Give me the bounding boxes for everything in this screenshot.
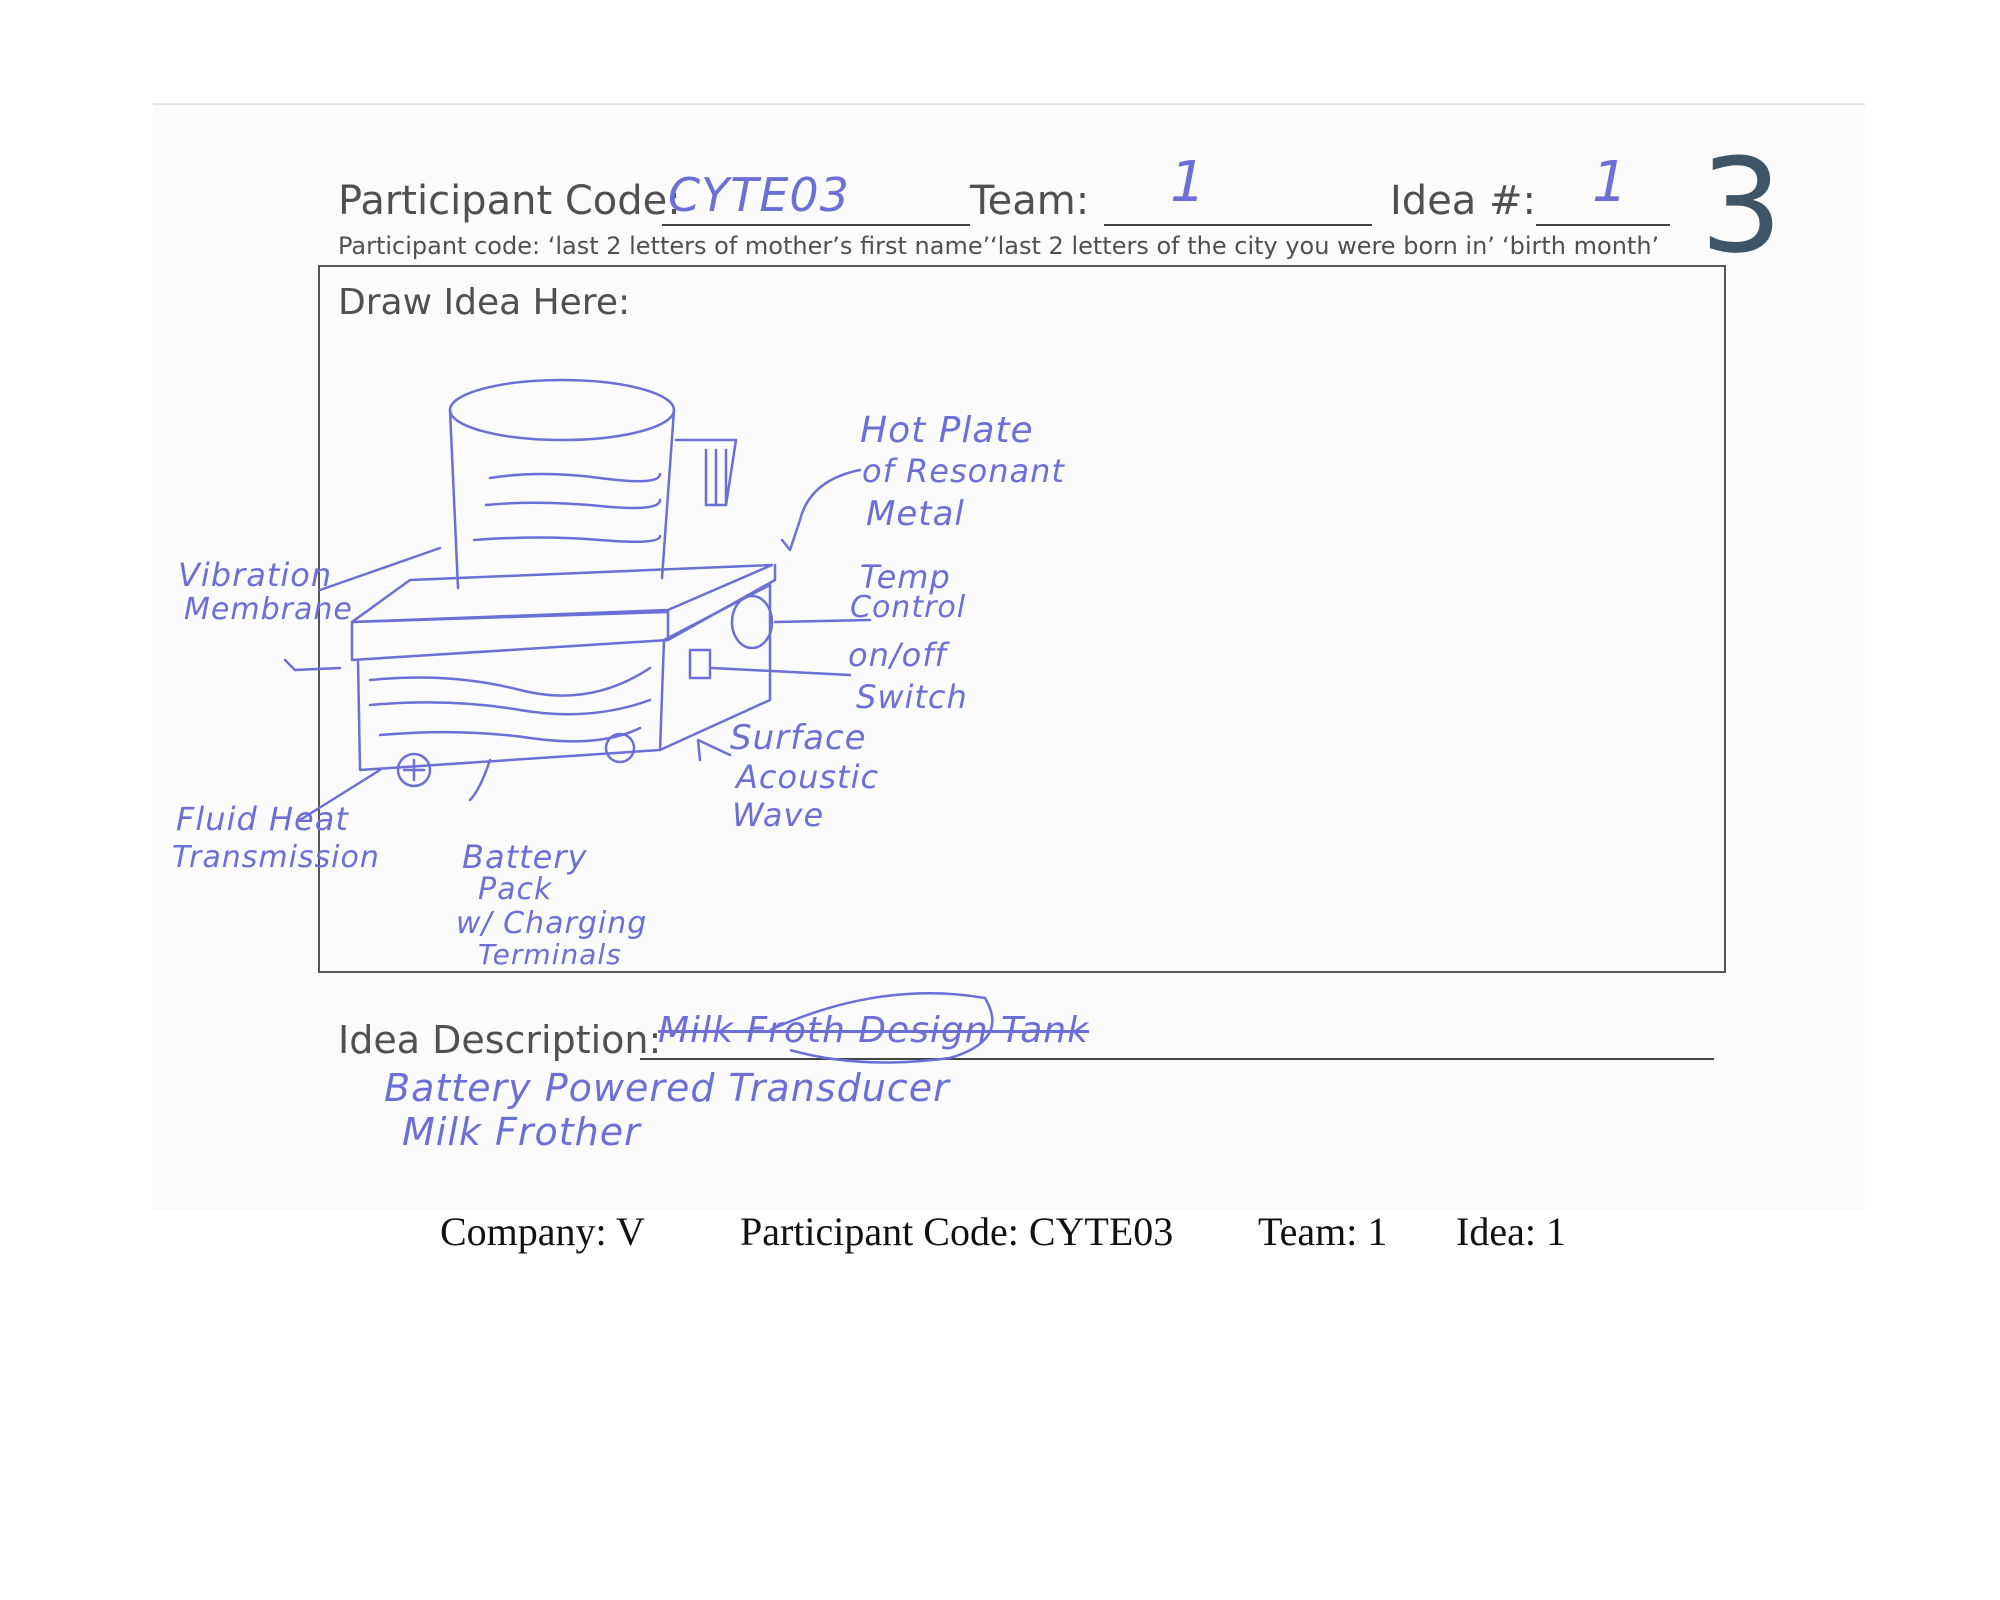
footer-company: Company: V [440, 1209, 645, 1254]
idea-description-line-1: Battery Powered Transducer [384, 1066, 950, 1110]
idea-description-line-2: Milk Frother [402, 1110, 641, 1154]
footer-team: Team: 1 [1258, 1209, 1388, 1254]
footer-participant-code: Participant Code: CYTE03 [740, 1209, 1174, 1254]
footer-idea: Idea: 1 [1456, 1209, 1566, 1254]
crossout-scribble [769, 991, 994, 1064]
